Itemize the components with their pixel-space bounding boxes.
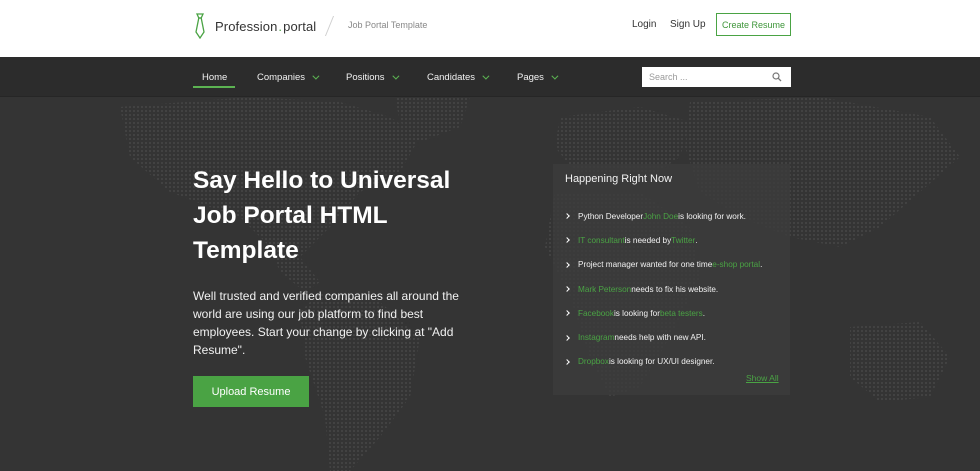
happening-panel: Happening Right Now Python Developer Joh… xyxy=(553,164,790,395)
feed-text: is looking for xyxy=(613,308,660,318)
nav-item-positions[interactable]: Positions xyxy=(346,57,400,97)
panel-title: Happening Right Now xyxy=(565,173,673,185)
feed-item: Dropbox is looking for UX/UI designer. xyxy=(564,350,762,374)
top-header: Profession.portal Job Portal Template Lo… xyxy=(0,0,980,57)
hero-description: Well trusted and verified companies all … xyxy=(193,289,459,357)
world-map-background xyxy=(120,97,960,471)
feed-link[interactable]: John Doe xyxy=(643,212,678,221)
nav-item-label: Candidates xyxy=(427,71,476,83)
tagline: Job Portal Template xyxy=(348,20,428,30)
feed-link[interactable]: Dropbox xyxy=(578,357,609,366)
chevron-down-icon xyxy=(482,72,490,80)
tie-icon xyxy=(195,13,205,39)
feed-text: . xyxy=(760,260,763,270)
nav-item-home[interactable]: Home xyxy=(202,57,227,97)
feed-item: Mark Peterson needs to fix his website. xyxy=(564,277,762,301)
feed-text: Python Developer xyxy=(578,211,644,221)
active-nav-indicator xyxy=(193,86,235,88)
feed-text: . xyxy=(695,235,698,245)
feed-link[interactable]: e-shop portal xyxy=(712,260,760,269)
feed-item: Instagram needs help with new API. xyxy=(564,325,762,349)
feed-link[interactable]: Mark Peterson xyxy=(578,285,631,294)
header-divider xyxy=(324,16,335,36)
nav-item-label: Pages xyxy=(517,71,544,83)
chevron-right-icon xyxy=(564,261,570,268)
feed-item: IT consultant is needed by Twitter. xyxy=(564,228,762,252)
create-resume-button[interactable]: Create Resume xyxy=(716,13,791,36)
feed-text: is needed by xyxy=(624,235,672,245)
chevron-down-icon xyxy=(312,72,320,80)
feed-text: . xyxy=(702,308,705,318)
hero-section xyxy=(0,97,980,471)
chevron-right-icon xyxy=(564,310,570,317)
feed-text: Project manager wanted for one time xyxy=(578,260,713,270)
search-icon[interactable] xyxy=(772,72,782,82)
chevron-right-icon xyxy=(564,237,570,244)
feed-link[interactable]: IT consultant xyxy=(578,236,625,245)
feed-link[interactable]: Twitter xyxy=(671,236,695,245)
feed-text: is looking for work. xyxy=(678,211,746,221)
show-all-link[interactable]: Show All xyxy=(746,373,779,383)
nav-item-label: Companies xyxy=(257,71,306,83)
nav-item-companies[interactable]: Companies xyxy=(257,57,320,97)
chevron-right-icon xyxy=(564,213,570,219)
feed-item: Project manager wanted for one time e-sh… xyxy=(564,253,763,277)
chevron-down-icon xyxy=(391,72,400,80)
happening-feed: Python Developer John Doe is looking for… xyxy=(564,204,763,374)
nav-item-label: Home xyxy=(202,71,228,83)
feed-item: Facebook is looking for beta testers. xyxy=(564,301,762,325)
logo[interactable]: Profession.portal xyxy=(193,12,316,40)
hero-title: Say Hello to Universal Job Portal HTML T… xyxy=(193,167,451,264)
chevron-right-icon xyxy=(564,359,570,365)
feed-text: needs to fix his website. xyxy=(631,284,719,294)
chevron-right-icon xyxy=(564,334,570,341)
nav-item-candidates[interactable]: Candidates xyxy=(427,57,490,97)
feed-link[interactable]: Instagram xyxy=(578,333,614,342)
feed-text: is looking for UX/UI designer. xyxy=(608,357,715,367)
login-link[interactable]: Login xyxy=(632,19,656,30)
nav-item-pages[interactable]: Pages xyxy=(517,57,559,97)
feed-link[interactable]: Facebook xyxy=(578,309,614,318)
main-nav: Home Companies Positions Candidates Page… xyxy=(0,57,980,97)
chevron-right-icon xyxy=(564,286,570,292)
search-input[interactable] xyxy=(649,68,769,86)
nav-item-label: Positions xyxy=(346,71,385,83)
search-box xyxy=(642,67,791,87)
logo-text: Profession.portal xyxy=(215,18,317,34)
chevron-down-icon xyxy=(551,72,559,80)
signup-link[interactable]: Sign Up xyxy=(670,19,706,30)
feed-item: Python Developer John Doe is looking for… xyxy=(564,204,762,228)
upload-resume-button[interactable]: Upload Resume xyxy=(193,376,309,407)
feed-link[interactable]: beta testers xyxy=(660,309,703,318)
feed-text: needs help with new API. xyxy=(614,333,706,343)
